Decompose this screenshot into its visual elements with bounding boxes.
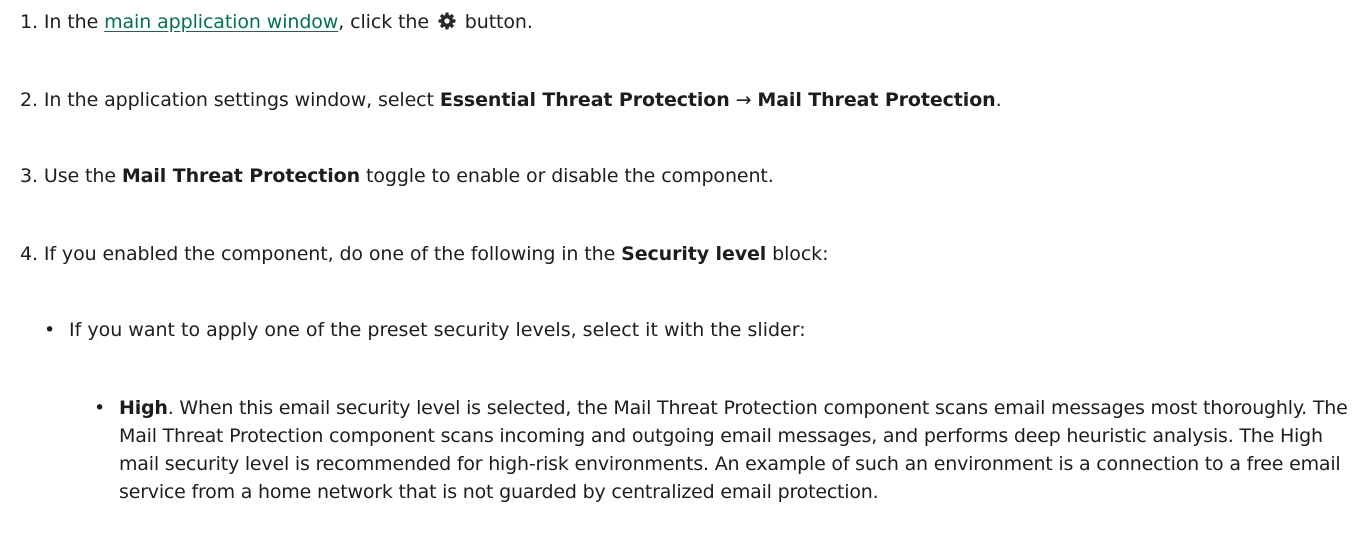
high-level-label: High xyxy=(119,397,168,419)
step-text: button. xyxy=(458,11,533,33)
step-number: 3. xyxy=(20,165,38,187)
bullet-dot: • xyxy=(44,319,56,341)
step-text: If you enabled the component, do one of … xyxy=(43,243,622,265)
gear-icon xyxy=(438,12,456,30)
mail-threat-protection-label: Mail Threat Protection xyxy=(757,89,996,111)
step-1: 1. In the main application window, click… xyxy=(20,8,533,36)
step-text: toggle to enable or disable the componen… xyxy=(360,165,774,187)
security-level-label: Security level xyxy=(621,243,767,265)
step-number: 1. xyxy=(20,11,38,33)
step-4: 4. If you enabled the component, do one … xyxy=(20,240,828,268)
essential-threat-protection-label: Essential Threat Protection xyxy=(439,89,730,111)
list-item: • High. When this email security level i… xyxy=(94,394,1357,506)
step-text: In the application settings window, sele… xyxy=(43,89,440,111)
bullet-dot: • xyxy=(94,397,106,419)
step-text: Use the xyxy=(43,165,122,187)
step-text: . xyxy=(995,89,1002,111)
mail-threat-protection-label: Mail Threat Protection xyxy=(121,165,361,187)
step-text: , click the xyxy=(338,11,435,33)
step-number: 4. xyxy=(20,243,38,265)
step-3: 3. Use the Mail Threat Protection toggle… xyxy=(20,162,774,190)
bullet-text: If you want to apply one of the preset s… xyxy=(69,319,806,341)
arrow: → xyxy=(729,89,758,111)
step-text: In the xyxy=(43,11,105,33)
step-number: 2. xyxy=(20,89,38,111)
step-text: block: xyxy=(766,243,829,265)
bullet-text: . When this email security level is sele… xyxy=(119,397,1348,503)
list-item: • If you want to apply one of the preset… xyxy=(44,316,806,344)
step-2: 2. In the application settings window, s… xyxy=(20,86,1002,114)
main-application-window-link[interactable]: main application window xyxy=(104,11,338,33)
